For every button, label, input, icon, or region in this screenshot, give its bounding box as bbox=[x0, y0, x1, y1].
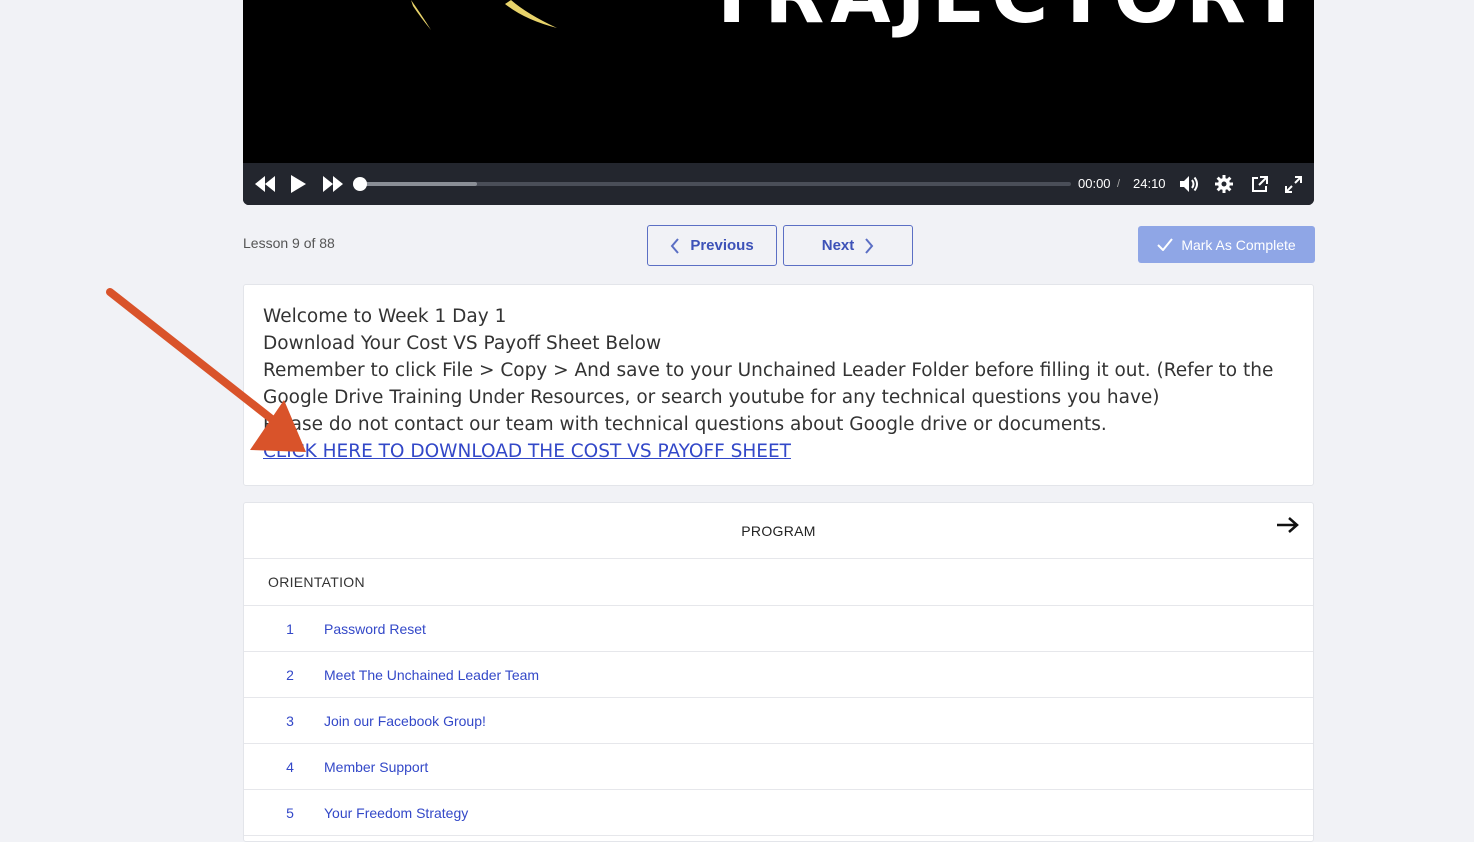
item-number: 3 bbox=[286, 712, 294, 729]
time-separator: / bbox=[1117, 178, 1121, 190]
previous-button[interactable]: Previous bbox=[647, 225, 777, 266]
previous-label: Previous bbox=[690, 237, 754, 254]
mark-complete-button[interactable]: Mark As Complete bbox=[1138, 226, 1315, 263]
content-line: Remember to click File > Copy > And save… bbox=[263, 360, 1274, 408]
next-button[interactable]: Next bbox=[783, 225, 913, 266]
program-header: PROGRAM bbox=[244, 503, 1313, 559]
list-item[interactable]: 5 Your Freedom Strategy bbox=[244, 790, 1313, 836]
section-header: ORIENTATION bbox=[244, 559, 1313, 606]
annotation-arrow-icon bbox=[106, 288, 306, 452]
rewind-icon[interactable] bbox=[253, 163, 277, 205]
logo-stroke-icon bbox=[411, 0, 431, 30]
content-line: Download Your Cost VS Payoff Sheet Below bbox=[263, 333, 662, 354]
mark-complete-label: Mark As Complete bbox=[1181, 236, 1296, 253]
item-number: 5 bbox=[286, 804, 294, 821]
fast-forward-icon[interactable] bbox=[321, 163, 345, 205]
list-item[interactable]: 3 Join our Facebook Group! bbox=[244, 698, 1313, 744]
list-item[interactable]: 2 Meet The Unchained Leader Team bbox=[244, 652, 1313, 698]
video-progress-knob[interactable] bbox=[353, 177, 367, 191]
arrow-right-icon[interactable] bbox=[1277, 517, 1299, 533]
item-title[interactable]: Your Freedom Strategy bbox=[324, 805, 468, 821]
video-player[interactable]: TRAJECTORY 00:00 / 24:10 bbox=[243, 0, 1314, 205]
chevron-right-icon bbox=[865, 237, 874, 254]
program-panel: PROGRAM ORIENTATION 1 Password Reset 2 M… bbox=[243, 502, 1314, 842]
list-item[interactable]: 1 Password Reset bbox=[244, 606, 1313, 652]
content-line: Please do not contact our team with tech… bbox=[263, 414, 1107, 435]
item-number: 1 bbox=[286, 620, 294, 637]
current-time: 00:00 bbox=[1078, 176, 1111, 191]
item-number: 4 bbox=[286, 758, 294, 775]
lesson-content: Welcome to Week 1 Day 1 Download Your Co… bbox=[243, 284, 1314, 486]
video-buffered-bar bbox=[360, 182, 478, 186]
volume-icon[interactable] bbox=[1178, 163, 1202, 205]
video-progress-track[interactable] bbox=[353, 177, 1071, 191]
play-icon[interactable] bbox=[288, 163, 308, 205]
list-item[interactable]: 4 Member Support bbox=[244, 744, 1313, 790]
video-title-overlay: TRAJECTORY bbox=[705, 0, 1310, 41]
item-title[interactable]: Join our Facebook Group! bbox=[324, 713, 486, 729]
settings-gear-icon[interactable] bbox=[1212, 163, 1236, 205]
duration: 24:10 bbox=[1133, 176, 1166, 191]
download-sheet-link[interactable]: CLICK HERE TO DOWNLOAD THE COST VS PAYOF… bbox=[263, 441, 791, 462]
program-title: PROGRAM bbox=[741, 522, 816, 539]
video-controls: 00:00 / 24:10 bbox=[243, 163, 1314, 205]
item-title[interactable]: Member Support bbox=[324, 759, 428, 775]
lesson-counter: Lesson 9 of 88 bbox=[243, 235, 335, 251]
item-title[interactable]: Password Reset bbox=[324, 621, 426, 637]
logo-stroke-icon bbox=[505, 0, 557, 28]
item-number: 2 bbox=[286, 666, 294, 683]
content-line: Welcome to Week 1 Day 1 bbox=[263, 306, 507, 327]
video-frame[interactable]: TRAJECTORY bbox=[243, 0, 1314, 163]
checkmark-icon bbox=[1157, 238, 1174, 251]
fullscreen-icon[interactable] bbox=[1281, 163, 1305, 205]
item-title[interactable]: Meet The Unchained Leader Team bbox=[324, 667, 539, 683]
chevron-left-icon bbox=[670, 237, 680, 254]
next-label: Next bbox=[821, 237, 855, 254]
popout-icon[interactable] bbox=[1247, 163, 1271, 205]
